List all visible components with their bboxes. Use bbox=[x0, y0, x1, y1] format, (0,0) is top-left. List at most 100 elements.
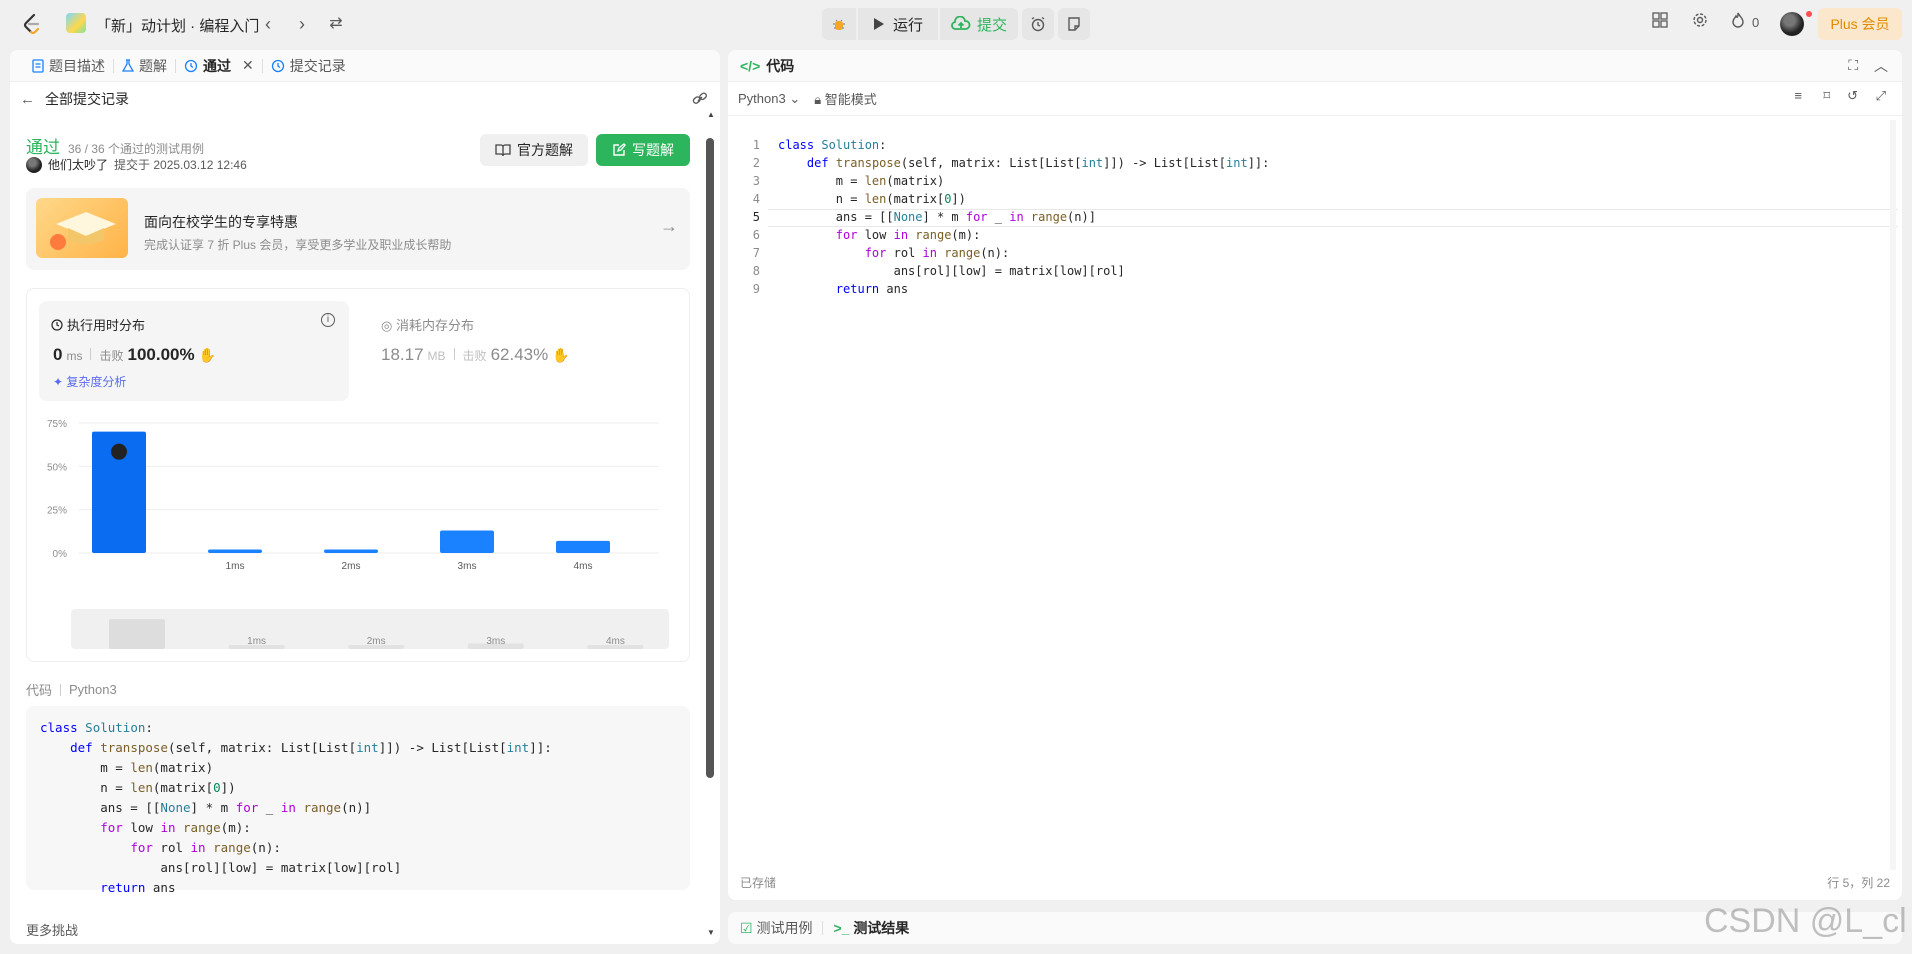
streak-flame-icon[interactable] bbox=[1730, 12, 1746, 28]
saved-status: 已存储 bbox=[740, 876, 777, 890]
editor-scrollbar[interactable] bbox=[1890, 120, 1896, 870]
user-avatar[interactable] bbox=[1780, 12, 1804, 36]
promo-subtitle: 完成认证享 7 折 Plus 会员，享受更多学业及职业成长帮助 bbox=[144, 238, 452, 252]
clap-icon: ✋ bbox=[198, 347, 217, 363]
left-panel-scrollbar[interactable] bbox=[706, 138, 714, 778]
shuffle-icon[interactable]: ⇄ bbox=[324, 12, 348, 36]
accepted-status: 通过 bbox=[26, 138, 60, 157]
student-promo-banner[interactable]: 面向在校学生的专享特惠 完成认证享 7 折 Plus 会员，享受更多学业及职业成… bbox=[26, 188, 690, 270]
streak-count: 0 bbox=[1752, 15, 1760, 30]
code-line: class Solution: bbox=[40, 720, 153, 735]
test-cases-count: 36 / 36 个通过的测试用例 bbox=[68, 142, 205, 156]
editor-code-line[interactable]: for rol in range(n): bbox=[778, 246, 1010, 260]
format-code-icon[interactable]: ≡ bbox=[1794, 88, 1802, 103]
editor-code-line[interactable]: for low in range(m): bbox=[778, 228, 981, 242]
runtime-beat-label: 击败 bbox=[99, 349, 124, 363]
submitted-code-block: class Solution: def transpose(self, matr… bbox=[26, 706, 690, 895]
prev-problem-icon[interactable]: ‹ bbox=[256, 12, 280, 36]
share-link-icon[interactable] bbox=[692, 92, 708, 106]
runtime-title-row: 执行用时分布 bbox=[51, 315, 145, 334]
settings-gear-icon[interactable] bbox=[1692, 12, 1708, 28]
info-icon[interactable]: i bbox=[321, 313, 335, 327]
runtime-card[interactable]: 执行用时分布 i 0 ms 击败 100.00% ✋ ✦ 复杂度分析 bbox=[39, 301, 349, 401]
debug-button[interactable] bbox=[822, 8, 856, 40]
write-solution-button[interactable]: 写题解 bbox=[596, 134, 690, 166]
editor-code-line[interactable]: m = len(matrix) bbox=[778, 174, 944, 188]
reset-code-icon[interactable]: ↺ bbox=[1847, 88, 1858, 104]
left-tabs: 题目描述 题解 通过 ✕ 提交记录 bbox=[10, 50, 720, 82]
smart-mode-toggle[interactable]: 🔒︎ 智能模式 bbox=[814, 89, 877, 108]
tab-accepted[interactable]: 通过 ✕ bbox=[176, 56, 262, 76]
next-problem-icon[interactable]: › bbox=[290, 12, 314, 36]
code-editor[interactable]: 1 class Solution: 2 def transpose(self, ma… bbox=[728, 120, 1902, 820]
memory-title-row[interactable]: ◎ 消耗内存分布 bbox=[381, 315, 474, 334]
memory-metric[interactable]: 18.17 MB 击败 62.43% ✋ bbox=[381, 345, 570, 365]
memory-value: 18.17 bbox=[381, 345, 424, 364]
scroll-up-icon[interactable]: ▲ bbox=[707, 110, 715, 119]
tab-testcase[interactable]: ☑ 测试用例 bbox=[740, 918, 812, 938]
runtime-value: 0 bbox=[53, 345, 63, 364]
editor-code-line[interactable]: return ans bbox=[778, 282, 908, 296]
tab-submissions[interactable]: 提交记录 bbox=[263, 56, 354, 76]
fullscreen-icon[interactable]: ⛶ bbox=[1848, 57, 1858, 74]
plus-member-button[interactable]: Plus 会员 bbox=[1818, 8, 1902, 40]
memory-title: 消耗内存分布 bbox=[395, 318, 474, 333]
official-solution-button[interactable]: 官方题解 bbox=[480, 134, 588, 166]
leetcode-logo-icon[interactable] bbox=[20, 12, 44, 36]
language-select[interactable]: Python3 ⌄ bbox=[738, 91, 800, 107]
author-row: 他们太吵了 提交于 2025.03.12 12:46 bbox=[26, 156, 247, 173]
scroll-down-icon[interactable]: ▼ bbox=[707, 928, 715, 937]
code-line: return ans bbox=[100, 880, 176, 895]
runtime-metric: 0 ms 击败 100.00% ✋ bbox=[53, 345, 216, 365]
submission-subheader: ← 全部提交记录 bbox=[10, 82, 720, 116]
overview-tick-label: 4ms bbox=[606, 636, 625, 647]
distribution-bar[interactable] bbox=[208, 549, 262, 553]
run-button[interactable]: 运行 bbox=[858, 8, 938, 40]
editor-code-line[interactable]: class Solution: bbox=[778, 138, 886, 152]
tab-accepted-label: 通过 bbox=[203, 57, 231, 74]
runtime-unit: ms bbox=[66, 349, 83, 363]
x-tick-label: 3ms bbox=[458, 561, 477, 572]
distribution-bar[interactable] bbox=[556, 540, 610, 553]
runtime-distribution-chart[interactable]: 0% 25% 50% 75% 1ms 2ms 3ms 4ms bbox=[39, 413, 679, 583]
timer-button[interactable] bbox=[1022, 8, 1054, 40]
language-select-label: Python3 bbox=[738, 90, 786, 106]
bookmark-icon[interactable]: ⌑ bbox=[1823, 88, 1830, 104]
close-tab-icon[interactable]: ✕ bbox=[242, 57, 254, 74]
line-number: 4 bbox=[752, 192, 760, 206]
code-editor-panel: </> 代码 ⛶ ︿ Python3 ⌄ 🔒︎ 智能模式 ≡ ⌑ ↺ ⤢ 1 cl… bbox=[728, 50, 1902, 900]
expand-editor-icon[interactable]: ⤢ bbox=[1876, 88, 1886, 104]
distribution-bar[interactable] bbox=[440, 530, 494, 553]
tab-test-result[interactable]: >_ 测试结果 bbox=[833, 918, 909, 938]
tab-submissions-label: 提交记录 bbox=[289, 57, 346, 74]
distribution-bar[interactable] bbox=[324, 549, 378, 553]
overview-bar bbox=[109, 619, 165, 649]
editor-code-line[interactable]: ans[rol][low] = matrix[low][rol] bbox=[778, 264, 1125, 278]
tab-solutions[interactable]: 题解 bbox=[114, 56, 175, 76]
editor-code-line[interactable]: ans = [[None] * m for _ in range(n)] bbox=[778, 210, 1096, 224]
author-name[interactable]: 他们太吵了 bbox=[48, 156, 108, 173]
play-icon bbox=[873, 18, 884, 30]
graduation-cap-image bbox=[36, 198, 128, 258]
y-tick-label: 75% bbox=[47, 419, 67, 430]
code-line: ans = [[None] * m for _ in range(n)] bbox=[40, 800, 372, 815]
performance-distribution: 执行用时分布 i 0 ms 击败 100.00% ✋ ✦ 复杂度分析 ◎ 消耗内… bbox=[26, 288, 690, 662]
study-plan-title[interactable]: 「新」动计划 · 编程入门 bbox=[96, 15, 259, 36]
distribution-overview-scrollbar[interactable]: 1ms 2ms 3ms 4ms bbox=[71, 609, 669, 649]
line-number: 2 bbox=[752, 156, 760, 170]
left-panel: 题目描述 题解 通过 ✕ 提交记录 ← 全部提交记录 通过 36 / 36 个通… bbox=[10, 50, 720, 944]
tab-test-result-label: 测试结果 bbox=[853, 920, 910, 936]
tab-description[interactable]: 题目描述 bbox=[24, 56, 113, 76]
memory-beat-label: 击败 bbox=[462, 349, 487, 363]
arrow-right-icon[interactable]: → bbox=[660, 216, 678, 237]
back-arrow-icon[interactable]: ← bbox=[20, 91, 35, 108]
layout-icon[interactable] bbox=[1652, 12, 1668, 28]
editor-code-line[interactable]: n = len(matrix[0]) bbox=[778, 192, 966, 206]
back-to-submissions-link[interactable]: 全部提交记录 bbox=[45, 89, 129, 109]
submit-button[interactable]: 提交 bbox=[940, 8, 1018, 40]
author-avatar[interactable] bbox=[26, 156, 42, 173]
notes-button[interactable] bbox=[1058, 8, 1090, 40]
editor-code-line[interactable]: def transpose(self, matrix: List[List[in… bbox=[778, 156, 1269, 170]
collapse-icon[interactable]: ︿ bbox=[1874, 56, 1888, 76]
complexity-analysis-link[interactable]: ✦ 复杂度分析 bbox=[53, 373, 126, 390]
